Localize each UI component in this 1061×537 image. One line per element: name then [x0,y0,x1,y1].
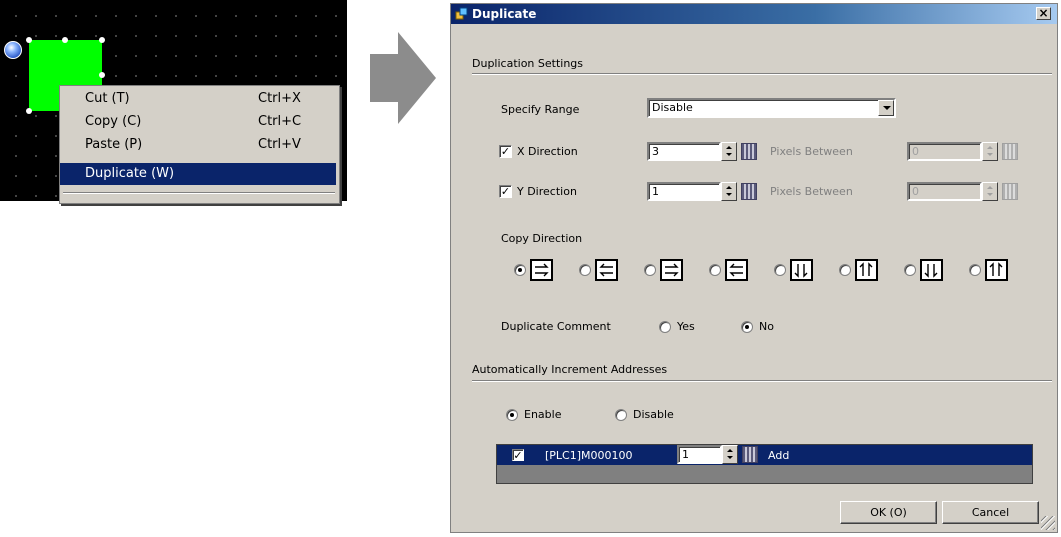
y-direction-checkbox[interactable]: ✓ [499,185,512,198]
screen-editor-canvas[interactable]: Cut (T) Ctrl+X Copy (C) Ctrl+C Paste (P)… [0,0,347,204]
y-count-spin-button[interactable] [721,182,737,201]
resize-handle[interactable] [26,108,32,114]
resize-handle[interactable] [26,37,32,43]
specify-range-label: Specify Range [501,103,580,116]
address-table: ✓ [PLC1]M000100 1 Add [496,444,1033,484]
keypad-icon[interactable] [1002,183,1018,200]
menu-item-label: Duplicate (W) [85,166,175,181]
x-direction-label: X Direction [517,145,578,158]
copy-direction-radio-down-then-right[interactable] [774,264,786,276]
context-menu: Cut (T) Ctrl+X Copy (C) Ctrl+C Paste (P)… [59,85,340,204]
x-pixels-spin-button[interactable] [982,142,998,161]
x-pixels-between-label: Pixels Between [770,145,853,158]
menu-item-label: Paste (P) [85,137,143,152]
address-value: [PLC1]M000100 [545,449,633,462]
duplicate-dialog: Duplicate × Duplication Settings Specify… [450,3,1058,533]
y-direction-count-input[interactable]: 1 [647,182,721,201]
section-duplication-settings: Duplication Settings [472,57,584,70]
table-row[interactable]: ✓ [PLC1]M000100 1 Add [497,445,1032,465]
menu-item-cut[interactable]: Cut (T) Ctrl+X [60,88,336,110]
menu-item-shortcut: Ctrl+V [258,137,301,152]
x-count-spin-button[interactable] [721,142,737,161]
flow-arrow-icon [370,32,436,124]
copy-direction-left-then-up-icon[interactable] [725,259,748,281]
menu-item-label: Copy (C) [85,114,142,129]
copy-direction-right-then-up-icon[interactable] [660,259,683,281]
copy-direction-radio-up-then-right[interactable] [839,264,851,276]
menu-item-copy[interactable]: Copy (C) Ctrl+C [60,111,336,133]
menu-item-shortcut: Ctrl+X [258,91,301,106]
menu-item-duplicate[interactable]: Duplicate (W) [60,163,336,185]
keypad-icon[interactable] [1002,143,1018,160]
specify-range-value: Disable [652,101,693,114]
copy-direction-radio-left-then-up[interactable] [709,264,721,276]
chevron-down-icon[interactable] [878,100,894,116]
duplicate-comment-no-label: No [759,320,774,333]
resize-handle[interactable] [99,72,105,78]
menu-item-paste[interactable]: Paste (P) Ctrl+V [60,134,336,156]
section-auto-increment: Automatically Increment Addresses [472,363,668,376]
copy-direction-label: Copy Direction [501,232,583,245]
copy-direction-radio-down-then-left[interactable] [904,264,916,276]
address-row-checkbox[interactable]: ✓ [512,449,524,461]
section-divider [472,380,1052,382]
auto-increment-disable-radio[interactable] [615,409,627,421]
y-direction-label: Y Direction [517,185,577,198]
menu-item-label: Cut (T) [85,91,130,106]
x-direction-checkbox[interactable]: ✓ [499,145,512,158]
y-pixels-between-input[interactable]: 0 [907,182,982,201]
copy-direction-left-then-down-icon[interactable] [595,259,618,281]
section-divider [472,73,1052,75]
x-direction-count-input[interactable]: 3 [647,142,721,161]
increment-mode: Add [768,449,790,462]
auto-increment-enable-label: Enable [524,408,562,421]
duplicate-comment-label: Duplicate Comment [501,320,611,333]
keypad-icon[interactable] [741,143,757,160]
duplicate-comment-yes-label: Yes [677,320,695,333]
x-pixels-between-input[interactable]: 0 [907,142,982,161]
copy-direction-down-then-right-icon[interactable] [790,259,813,281]
y-pixels-spin-button[interactable] [982,182,998,201]
close-button[interactable]: × [1036,7,1051,20]
keypad-icon[interactable] [742,446,758,463]
copy-direction-up-then-left-icon[interactable] [985,259,1008,281]
duplicate-app-icon [455,7,468,20]
dialog-titlebar[interactable]: Duplicate × [451,4,1057,24]
keypad-icon[interactable] [741,183,757,200]
duplicate-comment-yes-radio[interactable] [659,321,671,333]
copy-direction-radio-up-then-left[interactable] [969,264,981,276]
copy-direction-radio-right-then-down[interactable] [514,264,526,276]
copy-direction-radio-right-then-up[interactable] [644,264,656,276]
object-node-icon [4,41,22,59]
auto-increment-enable-radio[interactable] [506,409,518,421]
increment-spin-button[interactable] [722,445,738,464]
copy-direction-down-then-left-icon[interactable] [920,259,943,281]
duplicate-comment-no-radio[interactable] [741,321,753,333]
address-increment-input[interactable]: 1 [677,445,722,464]
ok-button[interactable]: OK (O) [840,501,937,524]
menu-item-shortcut: Ctrl+C [258,114,302,129]
specify-range-select[interactable]: Disable [647,98,896,118]
copy-direction-up-then-right-icon[interactable] [855,259,878,281]
dialog-title: Duplicate [472,7,537,21]
resize-handle[interactable] [99,37,105,43]
cancel-button[interactable]: Cancel [942,501,1039,524]
y-pixels-between-label: Pixels Between [770,185,853,198]
menu-separator [63,192,335,194]
resize-handle[interactable] [62,37,68,43]
resize-grip-icon[interactable] [1041,516,1055,530]
auto-increment-disable-label: Disable [633,408,674,421]
copy-direction-radio-left-then-down[interactable] [579,264,591,276]
copy-direction-right-then-down-icon[interactable] [530,259,553,281]
